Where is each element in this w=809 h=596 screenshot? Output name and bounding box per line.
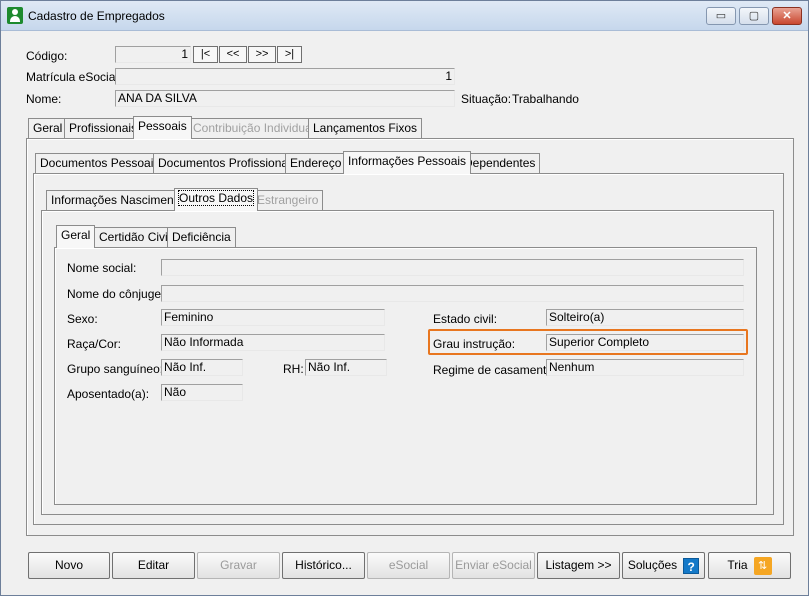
tab-geral[interactable]: Geral (28, 118, 68, 139)
grau-instrucao-field[interactable]: Superior Completo (546, 334, 744, 351)
nome-social-label: Nome social: (67, 261, 137, 275)
window-title: Cadastro de Empregados (28, 9, 165, 23)
nav-last-button[interactable]: >| (277, 46, 302, 63)
nav-next-button[interactable]: >> (248, 46, 276, 63)
raca-label: Raça/Cor: (67, 337, 122, 351)
sexo-field[interactable]: Feminino (161, 309, 385, 326)
nav-first-button[interactable]: |< (193, 46, 218, 63)
conjuge-label: Nome do cônjuge: (67, 287, 165, 301)
tab-documentos-profissionais[interactable]: Documentos Profissionais (153, 153, 302, 174)
app-person-icon (7, 7, 23, 24)
grupo-sanguineo-field[interactable]: Não Inf. (161, 359, 243, 376)
historico-button[interactable]: Histórico... (282, 552, 365, 579)
employee-register-window: Cadastro de Empregados ▭ ▢ ✕ Código: 1 |… (0, 0, 809, 596)
editar-button[interactable]: Editar (112, 552, 195, 579)
estado-civil-label: Estado civil: (433, 312, 498, 326)
esocial-button[interactable]: eSocial (367, 552, 450, 579)
gravar-button[interactable]: Gravar (197, 552, 280, 579)
tab-dependentes[interactable]: Dependentes (459, 153, 541, 174)
solucoes-button[interactable]: Soluções? (622, 552, 705, 579)
tab-endereco[interactable]: Endereço (285, 153, 347, 174)
tab-estrangeiro[interactable]: Estrangeiro (252, 190, 324, 211)
regime-casamento-label: Regime de casamento: (433, 363, 557, 377)
nome-field[interactable]: ANA DA SILVA (115, 90, 455, 107)
nav-prev-button[interactable]: << (219, 46, 247, 63)
maximize-button[interactable]: ▢ (739, 7, 769, 25)
tria-button[interactable]: Tria ⇅ (708, 552, 791, 579)
tab-informacoes-pessoais[interactable]: Informações Pessoais (343, 151, 472, 174)
tab-certidao-civil[interactable]: Certidão Civil (94, 227, 176, 248)
tab-profissionais[interactable]: Profissionais (64, 118, 143, 139)
listagem-button[interactable]: Listagem >> (537, 552, 620, 579)
tab-deficiencia[interactable]: Deficiência (167, 227, 236, 248)
minimize-button[interactable]: ▭ (706, 7, 736, 25)
estado-civil-field[interactable]: Solteiro(a) (546, 309, 744, 326)
help-icon: ? (683, 557, 700, 574)
situacao-label: Situação: (461, 92, 512, 106)
grau-instrucao-label: Grau instrução: (433, 337, 516, 351)
nome-label: Nome: (26, 92, 62, 106)
conjuge-field[interactable] (161, 285, 744, 302)
nome-social-field[interactable] (161, 259, 744, 276)
novo-button[interactable]: Novo (28, 552, 110, 579)
codigo-label: Código: (26, 49, 68, 63)
close-button[interactable]: ✕ (772, 7, 802, 25)
tab-outros-dados[interactable]: Outros Dados (174, 188, 259, 211)
rh-field[interactable]: Não Inf. (305, 359, 387, 376)
rh-label: RH: (283, 362, 304, 376)
tab-pessoais[interactable]: Pessoais (133, 116, 192, 139)
codigo-field[interactable]: 1 (115, 46, 191, 63)
matricula-field[interactable]: 1 (115, 68, 455, 85)
sexo-label: Sexo: (67, 312, 98, 326)
aposentado-label: Aposentado(a): (67, 387, 150, 401)
tab-outros-geral[interactable]: Geral (56, 225, 96, 248)
tria-label: Tria (727, 558, 748, 572)
regime-casamento-field[interactable]: Nenhum (546, 359, 744, 376)
solucoes-label: Soluções (627, 558, 678, 572)
tria-logo-icon: ⇅ (753, 556, 772, 575)
tab-contribuicao-individual[interactable]: Contribuição Individual (188, 118, 320, 139)
matricula-label: Matrícula eSocial: (26, 70, 122, 84)
title-bar[interactable]: Cadastro de Empregados ▭ ▢ ✕ (1, 1, 808, 31)
situacao-value: Trabalhando (512, 92, 579, 106)
aposentado-field[interactable]: Não (161, 384, 243, 401)
raca-field[interactable]: Não Informada (161, 334, 385, 351)
enviar-esocial-button[interactable]: Enviar eSocial (452, 552, 535, 579)
grupo-sanguineo-label: Grupo sanguíneo: (67, 362, 164, 376)
tab-documentos-pessoais[interactable]: Documentos Pessoais (35, 153, 165, 174)
tab-outros-dados-label: Outros Dados (177, 190, 255, 206)
tab-lancamentos-fixos[interactable]: Lançamentos Fixos (308, 118, 423, 139)
tab-informacoes-nascimento[interactable]: Informações Nascimento (46, 190, 189, 211)
